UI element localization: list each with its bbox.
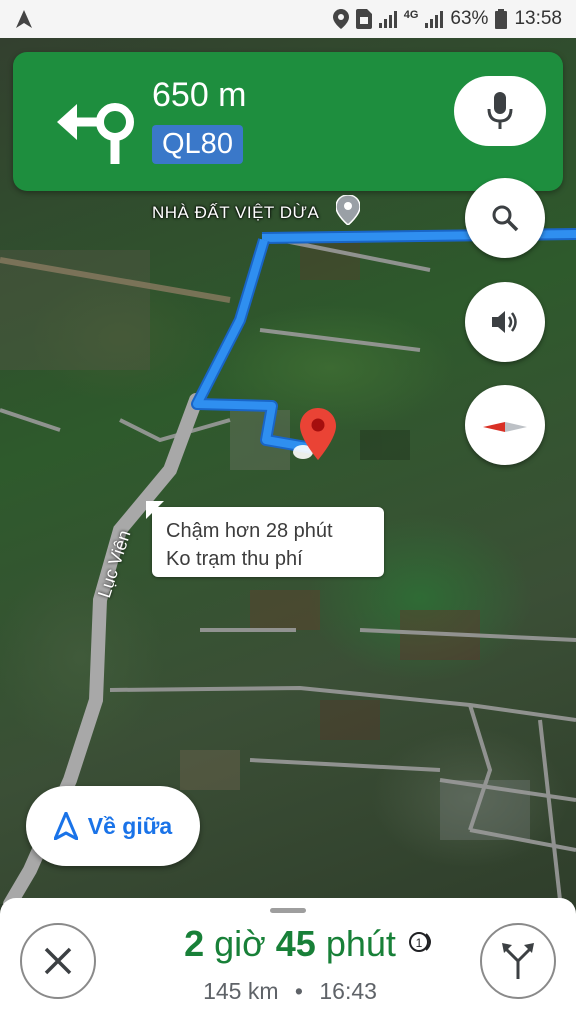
arrival-time: 16:43	[319, 978, 377, 1004]
exit-navigation-button[interactable]	[20, 923, 96, 999]
trip-duration: 2 giờ 45 phút	[140, 923, 440, 965]
duration-hours-unit: giờ	[214, 923, 266, 964]
close-icon	[44, 947, 72, 975]
compass-button[interactable]	[465, 385, 545, 465]
search-button[interactable]	[465, 178, 545, 258]
sheet-handle[interactable]	[270, 908, 306, 913]
duration-hours: 2	[184, 923, 205, 964]
battery-icon	[495, 9, 508, 29]
alternate-routes-icon	[502, 943, 534, 979]
sim-icon	[355, 9, 372, 29]
trip-details: 145 km • 16:43	[140, 978, 440, 1005]
road-badge: QL80	[152, 125, 243, 164]
separator: •	[294, 978, 303, 1004]
recenter-label: Về giữa	[87, 812, 173, 839]
navigation-arrow-icon	[53, 812, 78, 840]
poi-pin-icon[interactable]	[336, 195, 360, 225]
location-icon	[332, 9, 349, 29]
sound-button[interactable]	[465, 282, 545, 362]
signal-icon	[378, 10, 397, 28]
svg-text:1: 1	[416, 936, 423, 950]
battery-percent: 63%	[450, 8, 489, 29]
destination-pin-icon[interactable]	[300, 408, 336, 464]
signal-icon	[425, 10, 444, 28]
search-icon	[492, 205, 519, 232]
volume-icon	[492, 311, 517, 333]
network-type: 4G	[403, 9, 419, 21]
alternate-routes-button[interactable]	[480, 923, 556, 999]
recenter-button[interactable]: Về giữa	[26, 786, 200, 866]
duration-minutes-unit: phút	[325, 923, 396, 964]
route-callout[interactable]: Chậm hơn 28 phút Ko trạm thu phí	[152, 507, 384, 577]
callout-toll: Ko trạm thu phí	[166, 548, 303, 570]
maneuver-distance: 650 m	[152, 76, 247, 114]
turn-left-roundabout-icon	[57, 103, 134, 164]
poi-label[interactable]: NHÀ ĐẤT VIỆT DỪA	[152, 203, 319, 223]
voice-search-button[interactable]	[454, 76, 546, 146]
microphone-icon	[487, 92, 513, 129]
trip-summary-sheet[interactable]: 2 giờ 45 phút 145 km • 16:43	[0, 898, 576, 1024]
navigation-arrow-icon	[16, 10, 32, 28]
status-bar: 4G 63% 13:58	[0, 0, 576, 38]
clock: 13:58	[514, 8, 562, 29]
duration-minutes: 45	[275, 923, 316, 964]
compass-icon	[483, 422, 527, 432]
no-toll-icon: 1	[409, 932, 431, 952]
callout-delay: Chậm hơn 28 phút	[166, 520, 333, 542]
trip-distance: 145 km	[203, 978, 279, 1004]
